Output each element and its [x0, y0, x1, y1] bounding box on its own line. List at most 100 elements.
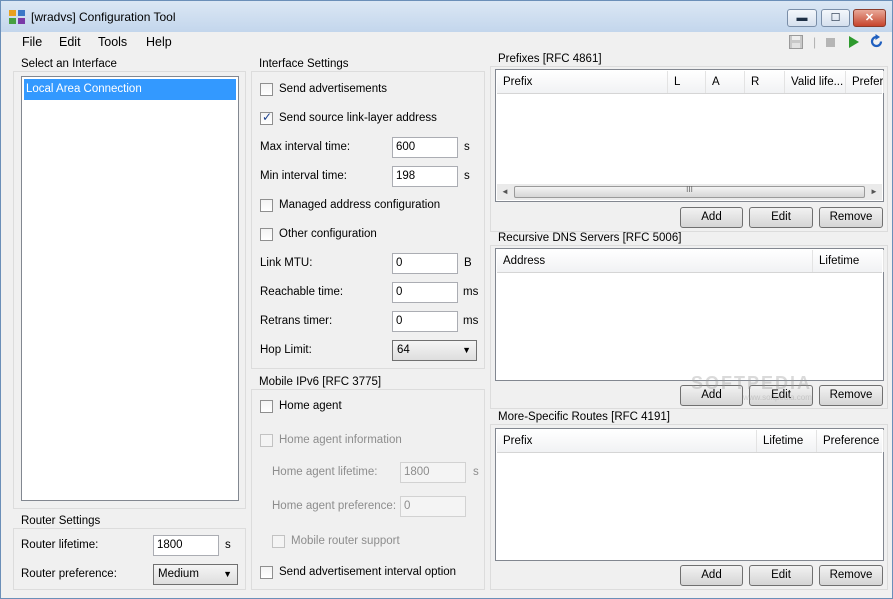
col-a[interactable]: A	[706, 71, 745, 93]
router-lifetime-unit: s	[225, 539, 231, 551]
window-title: [wradvs] Configuration Tool	[31, 10, 176, 24]
routes-edit-button[interactable]: Edit	[749, 565, 813, 586]
retrans-timer-label: Retrans timer:	[260, 315, 333, 327]
minimize-button[interactable]: ▬	[787, 9, 817, 27]
dns-list[interactable]: Address Lifetime	[495, 248, 884, 381]
home-agent-info-label: Home agent information	[279, 434, 402, 446]
router-preference-value: Medium	[158, 568, 199, 580]
menu-edit[interactable]: Edit	[59, 35, 81, 49]
hop-limit-select[interactable]: 64 ▼	[392, 340, 477, 361]
mobile-ipv6-title: Mobile IPv6 [RFC 3775]	[259, 376, 382, 388]
interface-item-local-area-connection[interactable]: Local Area Connection	[24, 79, 236, 100]
routes-remove-button[interactable]: Remove	[819, 565, 883, 586]
col-r[interactable]: R	[745, 71, 785, 93]
mobile-router-checkbox[interactable]	[272, 535, 285, 548]
home-agent-preference-label: Home agent preference:	[272, 500, 397, 512]
managed-address-checkbox[interactable]	[260, 199, 273, 212]
col-dns-lifetime[interactable]: Lifetime	[813, 250, 884, 272]
scroll-grip-icon: III	[686, 185, 693, 194]
send-interval-option-checkbox[interactable]	[260, 566, 273, 579]
col-preferred[interactable]: Prefer	[846, 71, 884, 93]
routes-header: Prefix Lifetime Preference	[497, 430, 884, 453]
stop-icon[interactable]	[826, 38, 835, 47]
send-advertisements-label: Send advertisements	[279, 83, 388, 95]
prefixes-hscrollbar[interactable]: ◄ III ►	[497, 184, 882, 200]
max-interval-input[interactable]: 600	[392, 137, 458, 158]
link-mtu-input[interactable]: 0	[392, 253, 458, 274]
mobile-ipv6-group	[251, 389, 485, 590]
col-route-lifetime[interactable]: Lifetime	[757, 430, 817, 452]
home-agent-lifetime-input[interactable]: 1800	[400, 462, 466, 483]
send-source-link-layer-checkbox[interactable]: ✓	[260, 110, 273, 125]
home-agent-label: Home agent	[279, 400, 342, 412]
chevron-down-icon: ▼	[223, 569, 232, 579]
close-icon: ✕	[864, 12, 875, 24]
send-advertisements-checkbox[interactable]	[260, 83, 273, 96]
min-interval-unit: s	[464, 170, 470, 182]
retrans-timer-input[interactable]: 0	[392, 311, 458, 332]
home-agent-lifetime-label: Home agent lifetime:	[272, 466, 378, 478]
prefixes-edit-button[interactable]: Edit	[749, 207, 813, 228]
min-interval-input[interactable]: 198	[392, 166, 458, 187]
menu-file[interactable]: File	[22, 35, 42, 49]
link-mtu-unit: B	[464, 257, 472, 269]
reachable-time-unit: ms	[463, 286, 479, 298]
router-settings-title: Router Settings	[21, 515, 101, 527]
col-prefix[interactable]: Prefix	[497, 71, 668, 93]
minimize-icon: ▬	[796, 12, 808, 24]
max-interval-unit: s	[464, 141, 470, 153]
max-interval-label: Max interval time:	[260, 141, 351, 153]
col-route-preference[interactable]: Preference	[817, 430, 884, 452]
prefixes-add-button[interactable]: Add	[680, 207, 743, 228]
floppy-disk-icon[interactable]	[789, 35, 803, 49]
interface-list[interactable]: Local Area Connection	[21, 76, 239, 501]
col-valid-lifetime[interactable]: Valid life...	[785, 71, 846, 93]
toolbar-separator: |	[813, 35, 817, 49]
min-interval-label: Min interval time:	[260, 170, 347, 182]
prefixes-remove-button[interactable]: Remove	[819, 207, 883, 228]
router-lifetime-input[interactable]: 1800	[153, 535, 219, 556]
send-interval-option-label: Send advertisement interval option	[279, 566, 457, 578]
routes-list[interactable]: Prefix Lifetime Preference	[495, 428, 884, 561]
dns-header: Address Lifetime	[497, 250, 884, 273]
dns-remove-button[interactable]: Remove	[819, 385, 883, 406]
home-agent-info-checkbox[interactable]	[260, 434, 273, 447]
softpedia-watermark-url: www.softpedia.com	[743, 393, 812, 402]
scroll-left-icon[interactable]: ◄	[497, 184, 513, 200]
play-icon[interactable]	[849, 36, 859, 48]
col-l[interactable]: L	[668, 71, 706, 93]
home-agent-checkbox[interactable]	[260, 400, 273, 413]
maximize-icon: ☐	[830, 12, 841, 24]
select-interface-title: Select an Interface	[21, 58, 117, 70]
configuration-tool-window: [wradvs] Configuration Tool ▬ ☐ ✕ File E…	[0, 0, 893, 599]
close-button[interactable]: ✕	[853, 9, 886, 27]
home-agent-preference-input[interactable]: 0	[400, 496, 466, 517]
send-source-link-layer-label: Send source link-layer address	[279, 112, 437, 124]
router-preference-label: Router preference:	[21, 568, 117, 580]
other-configuration-checkbox[interactable]	[260, 228, 273, 241]
routes-add-button[interactable]: Add	[680, 565, 743, 586]
home-agent-lifetime-unit: s	[473, 466, 479, 478]
reachable-time-label: Reachable time:	[260, 286, 344, 298]
app-icon	[9, 10, 25, 24]
refresh-icon[interactable]	[869, 34, 884, 49]
other-configuration-label: Other configuration	[279, 228, 377, 240]
retrans-timer-unit: ms	[463, 315, 479, 327]
menu-tools[interactable]: Tools	[98, 35, 127, 49]
title-bar: [wradvs] Configuration Tool ▬ ☐ ✕	[1, 1, 892, 32]
mobile-router-label: Mobile router support	[291, 535, 400, 547]
maximize-button[interactable]: ☐	[821, 9, 850, 27]
router-preference-select[interactable]: Medium ▼	[153, 564, 238, 585]
reachable-time-input[interactable]: 0	[392, 282, 458, 303]
scroll-thumb[interactable]: III	[514, 185, 865, 198]
chevron-down-icon: ▼	[462, 345, 471, 355]
col-route-prefix[interactable]: Prefix	[497, 430, 757, 452]
col-address[interactable]: Address	[497, 250, 813, 272]
interface-settings-title: Interface Settings	[259, 58, 349, 70]
menu-bar: File Edit Tools Help |	[1, 32, 892, 54]
routes-title: More-Specific Routes [RFC 4191]	[498, 411, 670, 423]
dns-title: Recursive DNS Servers [RFC 5006]	[498, 232, 682, 244]
scroll-right-icon[interactable]: ►	[866, 184, 882, 200]
prefixes-list[interactable]: Prefix L A R Valid life... Prefer ◄ III …	[495, 69, 884, 202]
menu-help[interactable]: Help	[146, 35, 172, 49]
